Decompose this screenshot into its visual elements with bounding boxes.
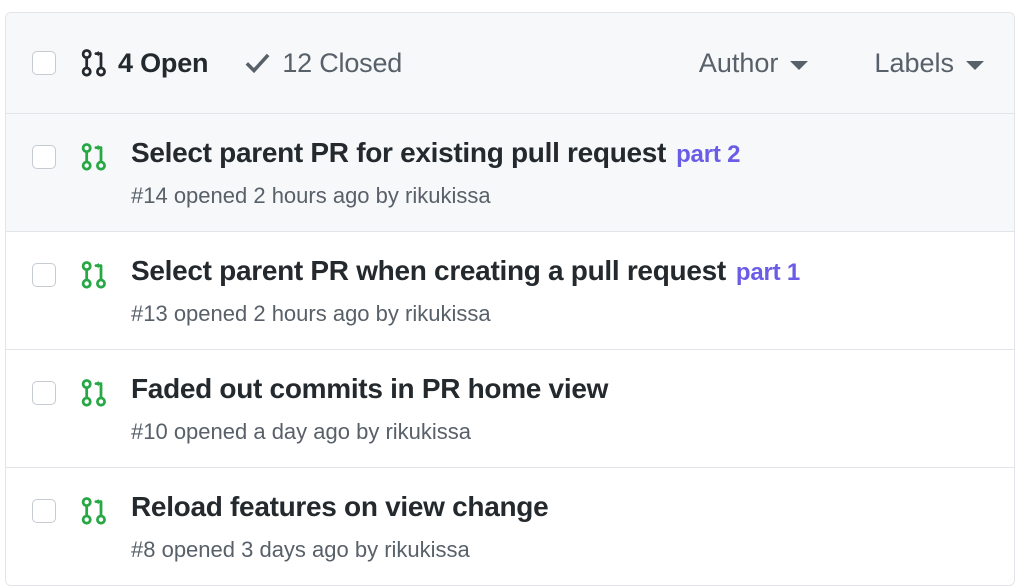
row-select-checkbox[interactable] (32, 498, 56, 523)
filter-open-pull-requests[interactable]: 4 Open (81, 47, 209, 79)
git-pull-request-icon (81, 260, 107, 290)
author-filter-dropdown[interactable]: Author (699, 48, 809, 79)
author-filter-label: Author (698, 47, 779, 78)
select-all-checkbox[interactable] (32, 51, 56, 75)
pull-request-title-suffix[interactable]: part 1 (736, 259, 800, 286)
row-content: Reload features on view change #8 opened… (131, 490, 558, 563)
chevron-down-icon (790, 60, 809, 70)
pull-request-meta: #14 opened 2 hours ago by rikukissa (131, 182, 491, 208)
labels-filter-label: Labels (874, 47, 954, 78)
row-select-checkbox[interactable] (32, 380, 56, 405)
git-pull-request-icon (81, 378, 107, 408)
pull-request-title[interactable]: Reload features on view change (131, 491, 549, 522)
table-row[interactable]: Select parent PR for existing pull reque… (6, 114, 1014, 232)
table-row[interactable]: Reload features on view change #8 opened… (6, 467, 1014, 585)
pull-request-meta: #10 opened a day ago by rikukissa (131, 418, 472, 444)
pull-request-title-line: Select parent PR for existing pull reque… (131, 136, 740, 170)
git-pull-request-icon (81, 142, 107, 172)
table-row[interactable]: Faded out commits in PR home view #10 op… (6, 349, 1014, 468)
filter-closed-pull-requests[interactable]: 12 Closed (244, 48, 402, 79)
pull-request-title[interactable]: Select parent PR when creating a pull re… (131, 255, 726, 286)
row-select-checkbox[interactable] (32, 262, 56, 287)
row-content: Select parent PR for existing pull reque… (131, 136, 740, 209)
labels-filter-dropdown[interactable]: Labels (874, 48, 984, 79)
chevron-down-icon (966, 60, 984, 70)
pull-request-list-container: 4 Open 12 Closed Author Labels Select pa… (5, 12, 1015, 586)
git-pull-request-icon (81, 496, 107, 526)
open-count-label: 4 Open (118, 47, 209, 78)
table-row[interactable]: Select parent PR when creating a pull re… (6, 231, 1014, 350)
check-icon (244, 50, 271, 77)
closed-count-label: 12 Closed (282, 47, 403, 78)
pull-request-title[interactable]: Select parent PR for existing pull reque… (131, 137, 666, 168)
row-select-checkbox[interactable] (32, 145, 56, 169)
pull-request-list-header: 4 Open 12 Closed Author Labels (6, 13, 1014, 114)
filter-dropdown-group: Author Labels (699, 48, 984, 79)
pull-request-meta: #8 opened 3 days ago by rikukissa (131, 536, 470, 562)
pull-request-title-suffix[interactable]: part 2 (676, 141, 740, 168)
row-content: Select parent PR when creating a pull re… (131, 254, 800, 327)
pull-request-meta: #13 opened 2 hours ago by rikukissa (131, 300, 491, 326)
row-content: Faded out commits in PR home view #10 op… (131, 372, 618, 445)
pull-request-title-line: Reload features on view change (131, 490, 558, 524)
state-filter-group: 4 Open 12 Closed (81, 48, 402, 79)
pull-request-title[interactable]: Faded out commits in PR home view (131, 373, 608, 404)
pull-request-title-line: Faded out commits in PR home view (131, 372, 618, 406)
git-pull-request-icon (81, 48, 107, 78)
pull-request-title-line: Select parent PR when creating a pull re… (131, 254, 800, 288)
